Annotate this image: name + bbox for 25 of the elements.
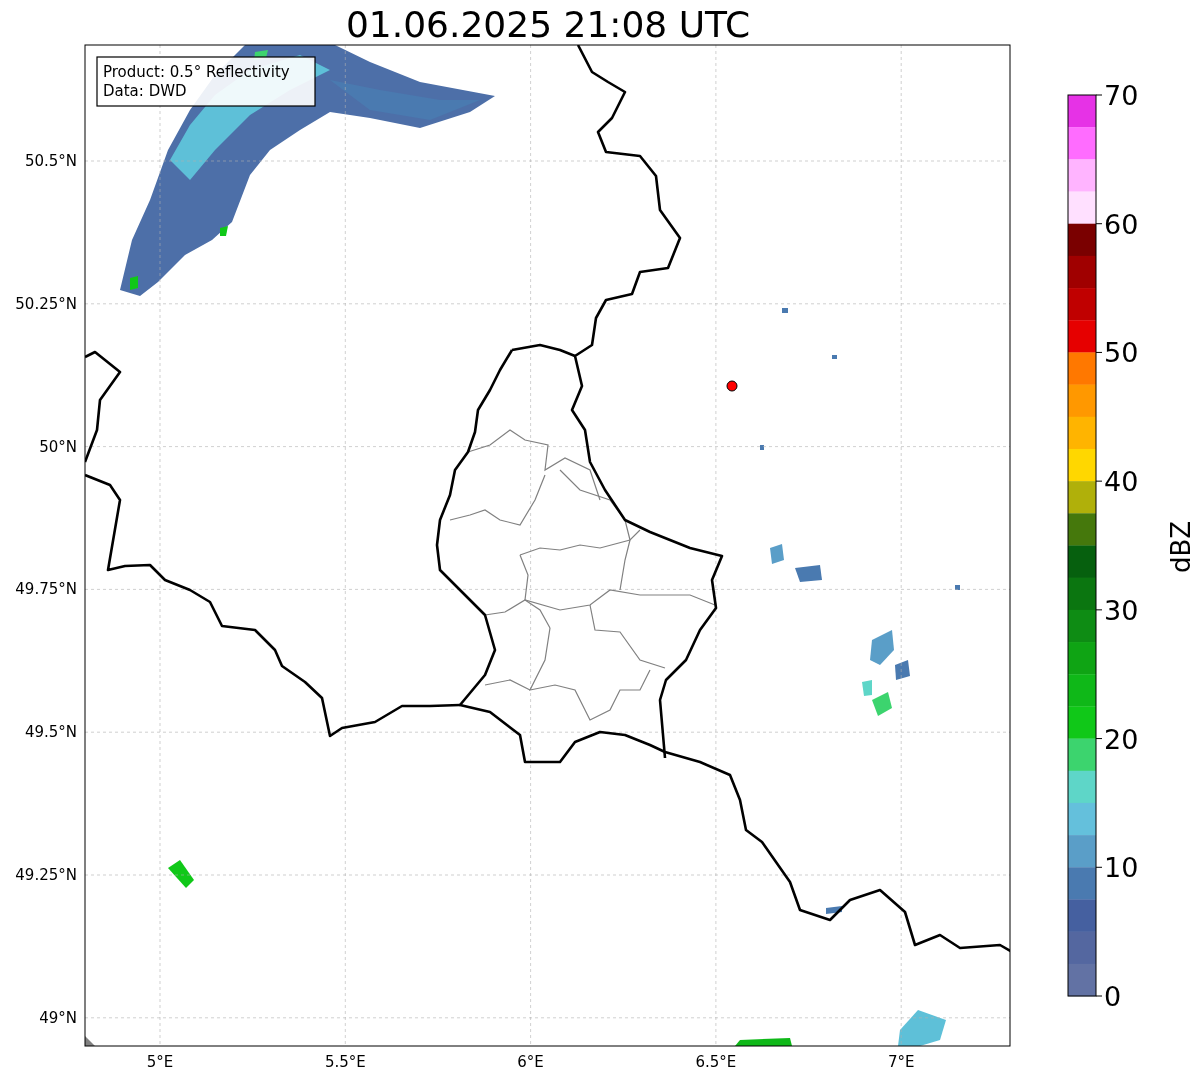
longitude-label: 5°E	[146, 1053, 174, 1071]
longitude-label: 7°E	[887, 1053, 915, 1071]
longitude-label: 6°E	[517, 1053, 544, 1071]
annotation-text: Data: DWD	[103, 82, 187, 100]
latitude-label: 50.5°N	[24, 152, 77, 170]
annotation-text: Product: 0.5° Reflectivity	[103, 63, 290, 81]
latitude-label: 50°N	[39, 437, 77, 456]
latitude-label: 50.25°N	[15, 294, 77, 313]
colorbar-tick-label: 70	[1104, 80, 1139, 111]
longitude-label: 6.5°E	[695, 1053, 737, 1071]
colorbar-tick-label: 20	[1104, 723, 1139, 755]
latitude-label: 49.75°N	[15, 580, 77, 599]
location-marker	[726, 380, 738, 392]
colorbar-tick-label: 30	[1104, 594, 1139, 626]
colorbar-label: dBZ	[1166, 520, 1196, 574]
latitude-label: 49.5°N	[24, 723, 77, 742]
colorbar-tick-label: 10	[1104, 852, 1139, 884]
colorbar-tick-label: 0	[1104, 981, 1122, 1012]
longitude-label: 5.5°E	[324, 1053, 366, 1071]
colorbar-tick-label: 40	[1104, 466, 1139, 498]
chart-title: 01.06.2025 21:08 UTC	[345, 4, 751, 45]
latitude-label: 49.25°N	[15, 866, 77, 884]
colorbar-tick-label: 60	[1104, 208, 1139, 240]
latitude-label: 49°N	[39, 1008, 77, 1027]
colorbar-tick-label: 50	[1104, 337, 1139, 369]
